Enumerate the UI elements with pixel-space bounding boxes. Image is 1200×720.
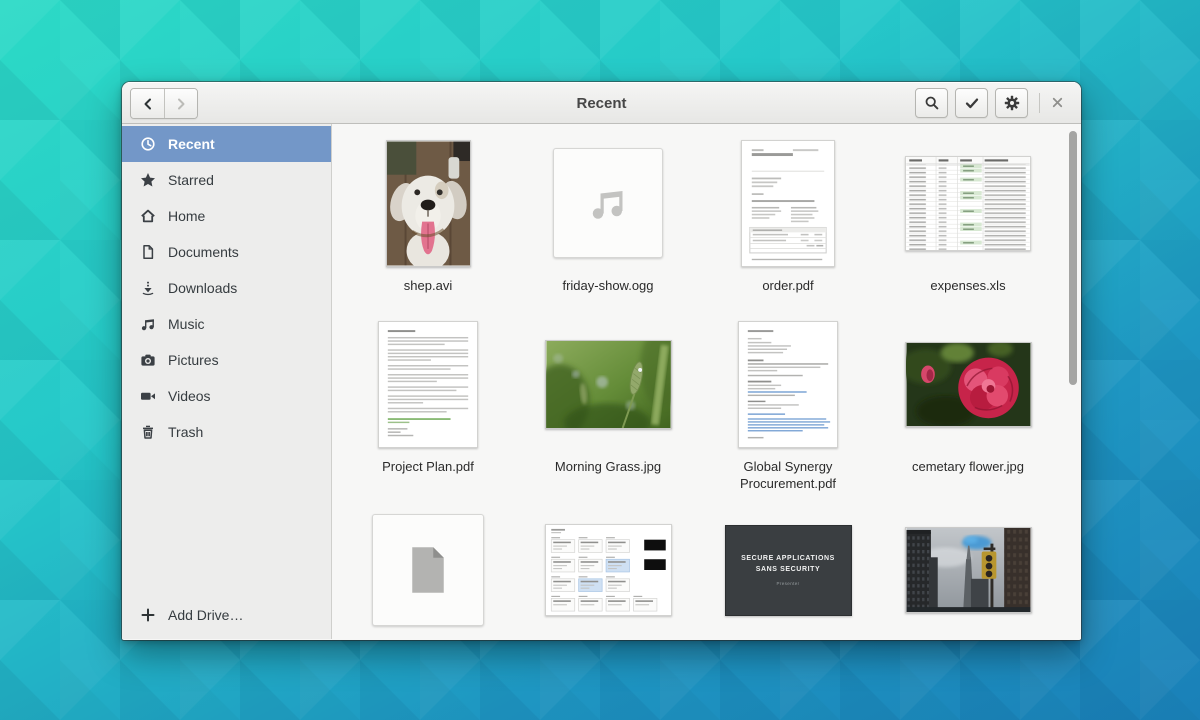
music-note-icon bbox=[140, 316, 156, 332]
cards-page-thumbnail bbox=[545, 524, 672, 616]
recent-clock-icon bbox=[140, 136, 156, 152]
plus-icon bbox=[140, 607, 156, 623]
slide-subtitle-text: Presenter bbox=[776, 581, 799, 586]
sidebar-item-trash[interactable]: Trash bbox=[122, 414, 331, 450]
file-name: expenses.xls bbox=[883, 277, 1053, 294]
download-icon bbox=[140, 280, 156, 296]
file-item-cards-document[interactable] bbox=[523, 506, 693, 634]
file-item-generic[interactable] bbox=[343, 506, 513, 634]
document-with-links-thumbnail bbox=[738, 321, 838, 448]
file-item-expenses-xls[interactable]: expenses.xls bbox=[883, 139, 1053, 294]
view-options-button[interactable] bbox=[995, 88, 1028, 118]
sidebar-item-label: Documents bbox=[168, 244, 239, 260]
add-drive-button[interactable]: Add Drive… bbox=[122, 600, 331, 630]
sidebar-item-music[interactable]: Music bbox=[122, 306, 331, 342]
vertical-scrollbar[interactable] bbox=[1069, 131, 1077, 385]
file-item-friday-show-ogg[interactable]: friday-show.ogg bbox=[523, 139, 693, 294]
slide-title-text: SECURE APPLICATIONS SANS SECURITY bbox=[734, 554, 843, 575]
file-manager-window: Recent bbox=[122, 82, 1081, 640]
dark-slide-thumbnail: SECURE APPLICATIONS SANS SECURITY Presen… bbox=[725, 525, 852, 616]
sidebar-item-label: Videos bbox=[168, 388, 211, 404]
sidebar-item-pictures[interactable]: Pictures bbox=[122, 342, 331, 378]
sidebar: Recent Starred Home Documents bbox=[122, 124, 332, 639]
sidebar-item-label: Trash bbox=[168, 424, 203, 440]
add-drive-label: Add Drive… bbox=[168, 607, 243, 623]
sidebar-item-documents[interactable]: Documents bbox=[122, 234, 331, 270]
sidebar-item-label: Home bbox=[168, 208, 205, 224]
sidebar-item-starred[interactable]: Starred bbox=[122, 162, 331, 198]
star-icon bbox=[140, 172, 156, 188]
sidebar-item-label: Music bbox=[168, 316, 205, 332]
file-item-global-synergy-procurement-pdf[interactable]: Global Synergy Procurement.pdf bbox=[703, 320, 873, 492]
trash-icon bbox=[140, 424, 156, 440]
sidebar-item-label: Starred bbox=[168, 172, 214, 188]
search-button[interactable] bbox=[915, 88, 948, 118]
generic-file-thumbnail bbox=[372, 514, 484, 626]
dog-photo-thumbnail bbox=[386, 140, 471, 267]
checkmark-icon bbox=[964, 95, 980, 111]
sidebar-item-downloads[interactable]: Downloads bbox=[122, 270, 331, 306]
audio-placeholder-thumbnail bbox=[553, 148, 663, 258]
select-items-button[interactable] bbox=[955, 88, 988, 118]
file-item-shep-avi[interactable]: shep.avi bbox=[343, 139, 513, 294]
file-item-cemetary-flower-jpg[interactable]: cemetary flower.jpg bbox=[883, 320, 1053, 475]
file-item-order-pdf[interactable]: order.pdf bbox=[703, 139, 873, 294]
file-name: order.pdf bbox=[703, 277, 873, 294]
sidebar-item-label: Downloads bbox=[168, 280, 237, 296]
document-icon bbox=[140, 244, 156, 260]
grass-photo-thumbnail bbox=[545, 340, 672, 429]
sidebar-item-home[interactable]: Home bbox=[122, 198, 331, 234]
search-icon bbox=[924, 95, 940, 111]
sidebar-item-recent[interactable]: Recent bbox=[122, 126, 331, 162]
file-item-morning-grass-jpg[interactable]: Morning Grass.jpg bbox=[523, 320, 693, 475]
sidebar-item-videos[interactable]: Videos bbox=[122, 378, 331, 414]
file-name: cemetary flower.jpg bbox=[883, 458, 1053, 475]
invoice-document-thumbnail bbox=[741, 140, 835, 267]
video-camera-icon bbox=[140, 388, 156, 404]
sidebar-item-label: Pictures bbox=[168, 352, 219, 368]
titlebar-separator bbox=[1039, 93, 1040, 113]
text-document-thumbnail bbox=[378, 321, 478, 448]
city-photo-thumbnail bbox=[905, 527, 1032, 613]
file-name: shep.avi bbox=[343, 277, 513, 294]
home-icon bbox=[140, 208, 156, 224]
file-item-presentation[interactable]: SECURE APPLICATIONS SANS SECURITY Presen… bbox=[703, 506, 873, 634]
file-name: Global Synergy Procurement.pdf bbox=[703, 458, 873, 492]
gear-icon bbox=[1004, 95, 1020, 111]
sidebar-item-label: Recent bbox=[168, 136, 215, 152]
desktop: { "window": { "title": "Recent", "colors… bbox=[0, 0, 1200, 720]
file-name: Project Plan.pdf bbox=[343, 458, 513, 475]
blank-document-icon bbox=[407, 545, 449, 595]
file-item-city-photo[interactable] bbox=[883, 506, 1053, 634]
file-name: friday-show.ogg bbox=[523, 277, 693, 294]
music-note-icon bbox=[588, 183, 628, 223]
close-button[interactable] bbox=[1047, 93, 1069, 113]
titlebar: Recent bbox=[122, 82, 1081, 124]
file-grid: shep.avi friday-show.ogg bbox=[332, 124, 1081, 639]
spreadsheet-thumbnail bbox=[905, 156, 1031, 251]
file-item-project-plan-pdf[interactable]: Project Plan.pdf bbox=[343, 320, 513, 475]
file-name: Morning Grass.jpg bbox=[523, 458, 693, 475]
close-icon bbox=[1050, 95, 1066, 111]
rose-photo-thumbnail bbox=[905, 342, 1032, 427]
camera-icon bbox=[140, 352, 156, 368]
